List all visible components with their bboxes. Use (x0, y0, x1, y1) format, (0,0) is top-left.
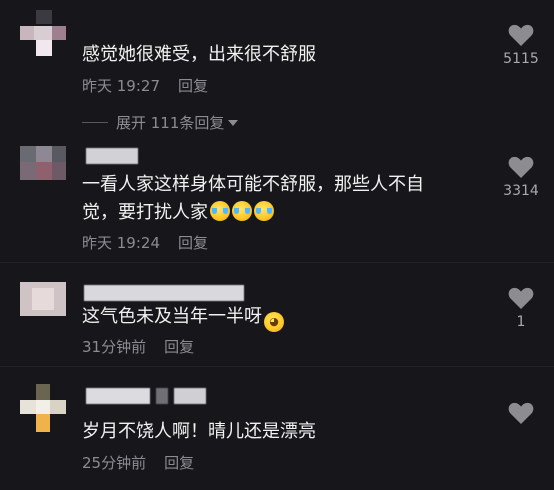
like-count: 5115 (503, 51, 539, 67)
rolling-laugh-emoji (210, 201, 230, 221)
rolling-laugh-emoji (232, 201, 252, 221)
avatar[interactable] (18, 10, 74, 62)
divider (0, 262, 554, 263)
like-count: 3314 (503, 183, 539, 199)
username-blurred[interactable] (86, 148, 138, 164)
comment-meta: 昨天 19:27 回复 (82, 77, 208, 95)
expand-divider (82, 122, 108, 123)
username-blurred (174, 388, 206, 404)
reply-button[interactable]: 回复 (178, 234, 208, 252)
like-button[interactable] (497, 402, 545, 425)
comment-text-line: 这气色未及当年一半呀 ◕ (82, 305, 284, 332)
comment-text-line: 觉，要打扰人家 (82, 201, 274, 225)
username-blurred[interactable] (86, 388, 150, 404)
avatar[interactable] (18, 142, 74, 194)
expand-replies-button[interactable]: 展开 111条回复 (82, 114, 239, 132)
comment-text-body: 这气色未及当年一半呀 (82, 306, 262, 327)
comment-meta: 25分钟前 回复 (82, 454, 194, 472)
comment-time: 31分钟前 (82, 338, 147, 356)
heart-icon (508, 402, 534, 424)
comment-text: 感觉她很难受，出来很不舒服 (82, 44, 316, 65)
heart-icon (508, 156, 534, 178)
avatar[interactable] (18, 278, 74, 330)
rolling-laugh-emoji (254, 201, 274, 221)
heart-icon (508, 24, 534, 46)
reply-button[interactable]: 回复 (164, 338, 194, 356)
divider (0, 366, 554, 367)
comment-time: 昨天 19:27 (82, 77, 160, 95)
reply-button[interactable]: 回复 (164, 454, 194, 472)
username-blurred[interactable] (84, 285, 244, 301)
comment-list: 感觉她很难受，出来很不舒服 昨天 19:27 回复 5115 展开 111条回复 … (0, 0, 554, 490)
comment-time: 昨天 19:24 (82, 234, 160, 252)
heart-icon (508, 287, 534, 309)
reply-button[interactable]: 回复 (178, 77, 208, 95)
like-button[interactable]: 3314 (497, 156, 545, 200)
comment-text-tail: 觉，要打扰人家 (82, 202, 208, 223)
comment-text-line: 一看人家这样身体可能不舒服，那些人不自 (82, 174, 424, 195)
chevron-down-icon (228, 120, 239, 126)
comment-text: 岁月不饶人啊！晴儿还是漂亮 (82, 421, 316, 442)
like-button[interactable]: 5115 (497, 24, 545, 68)
like-count: 1 (516, 314, 526, 330)
comment-meta: 昨天 19:24 回复 (82, 234, 208, 252)
username-blurred (156, 388, 168, 404)
pleading-emoji: ◕ (264, 312, 284, 332)
like-button[interactable]: 1 (497, 287, 545, 331)
avatar[interactable] (18, 384, 74, 436)
expand-label: 展开 111条回复 (116, 114, 225, 132)
comment-meta: 31分钟前 回复 (82, 338, 194, 356)
comment-time: 25分钟前 (82, 454, 147, 472)
